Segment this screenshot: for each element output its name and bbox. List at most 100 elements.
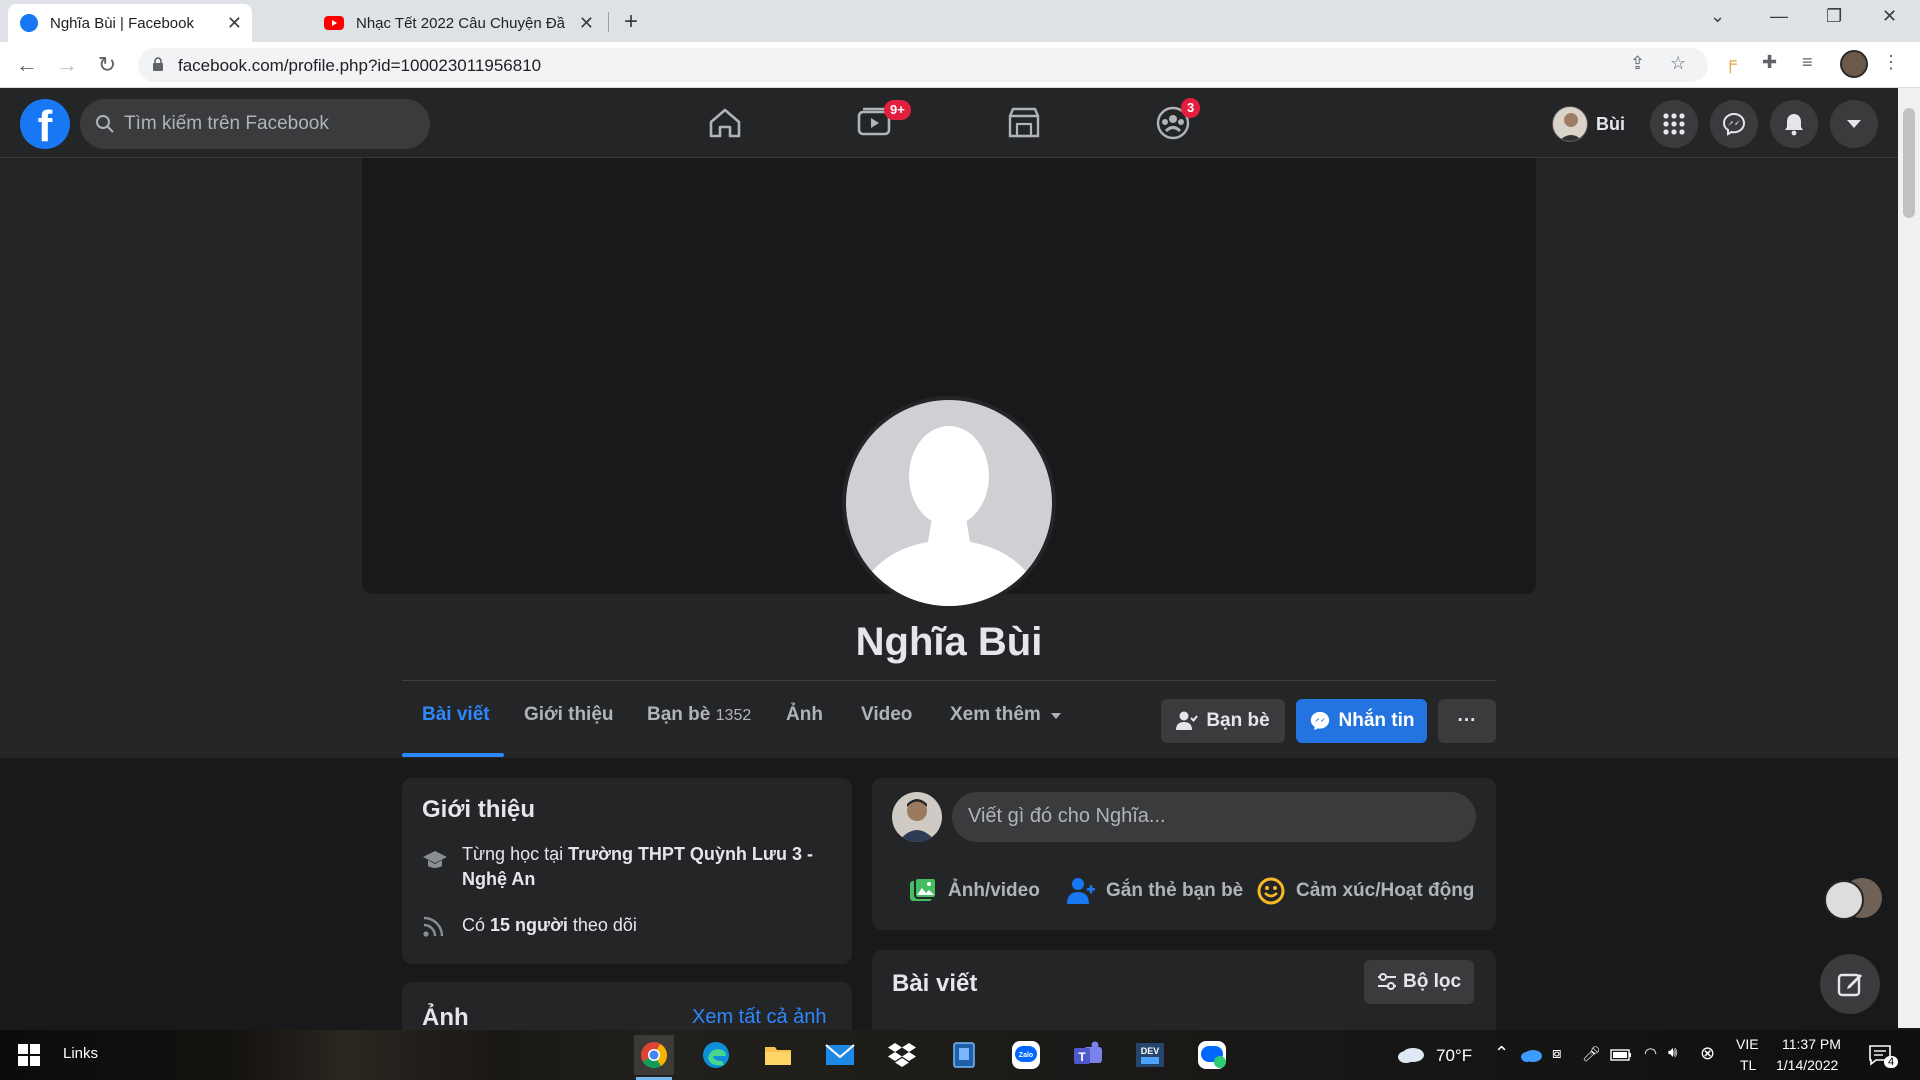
tab-posts[interactable]: Bài viết: [422, 704, 490, 726]
close-icon[interactable]: ✕: [579, 13, 594, 34]
notifications-button[interactable]: [1770, 100, 1818, 148]
back-button[interactable]: ←: [12, 50, 42, 80]
avatar[interactable]: [892, 792, 942, 842]
links-toolbar[interactable]: Links: [63, 1045, 98, 1062]
header-profile-link[interactable]: Bùi: [1552, 104, 1625, 144]
input-method-indicator[interactable]: TL: [1740, 1057, 1756, 1073]
composer-input[interactable]: Viết gì đó cho Nghĩa...: [952, 792, 1476, 842]
default-avatar-icon: [862, 426, 1036, 606]
wifi-icon[interactable]: ◠: [1644, 1044, 1657, 1062]
tab-photos[interactable]: Ảnh: [786, 704, 823, 726]
zalo-pc-taskbar-icon[interactable]: [1192, 1035, 1232, 1075]
tab-more-label: Xem thêm: [950, 704, 1041, 725]
account-button[interactable]: [1830, 100, 1878, 148]
new-tab-button[interactable]: +: [624, 8, 638, 36]
tab-search-icon[interactable]: ⌄: [1710, 6, 1725, 27]
divider: [402, 680, 1496, 681]
tab-title: Nhạc Tết 2022 Câu Chuyện Đầu Năm: [356, 14, 566, 32]
onedrive-icon[interactable]: [1520, 1048, 1542, 1062]
page-scrollbar[interactable]: [1898, 88, 1920, 1028]
tag-friends-action[interactable]: Gắn thẻ bạn bè: [1066, 876, 1243, 906]
bell-icon: [1785, 114, 1803, 136]
home-icon[interactable]: [702, 100, 748, 146]
bookmark-star-icon[interactable]: ☆: [1670, 53, 1686, 74]
watch-badge: 9+: [884, 100, 911, 120]
friend-check-icon: [1176, 711, 1199, 730]
forward-button[interactable]: →: [52, 50, 82, 80]
notification-count-badge: 4: [1884, 1056, 1899, 1068]
filter-button[interactable]: Bộ lọc: [1364, 960, 1474, 1004]
close-icon[interactable]: ✕: [227, 13, 242, 34]
mute-circle-icon[interactable]: ⊗: [1700, 1043, 1715, 1064]
tag-friends-label: Gắn thẻ bạn bè: [1106, 880, 1244, 901]
app-taskbar-icon[interactable]: [944, 1035, 984, 1075]
more-options-button[interactable]: ···: [1438, 699, 1496, 743]
intro-title: Giới thiệu: [422, 796, 536, 823]
mail-taskbar-icon[interactable]: [820, 1035, 860, 1075]
followers-prefix: Có: [462, 915, 491, 935]
teams-taskbar-icon[interactable]: T: [1068, 1035, 1108, 1075]
battery-icon[interactable]: [1610, 1049, 1632, 1061]
weather-temp[interactable]: 70°F: [1436, 1046, 1472, 1066]
address-bar[interactable]: facebook.com/profile.php?id=100023011956…: [138, 48, 1708, 82]
see-all-photos-link[interactable]: Xem tất cả ảnh: [692, 1006, 827, 1029]
extension-icon[interactable]: ╒: [1724, 52, 1737, 73]
volume-icon[interactable]: 🔊︎: [1668, 1044, 1677, 1061]
tab-more[interactable]: Xem thêm: [950, 704, 1062, 726]
weather-cloud-icon[interactable]: [1396, 1044, 1426, 1064]
microphone-icon[interactable]: 🎤︎: [1582, 1045, 1601, 1063]
media-queue-icon[interactable]: ≡: [1802, 52, 1813, 73]
profile-name: Nghĩa Bùi: [855, 620, 1043, 664]
intro-followers: Có 15 người theo dõi: [462, 913, 637, 938]
file-explorer-taskbar-icon[interactable]: [758, 1035, 798, 1075]
devc-taskbar-icon[interactable]: DEV: [1130, 1035, 1170, 1075]
clock-date[interactable]: 1/14/2022: [1776, 1057, 1838, 1073]
zalo-taskbar-icon[interactable]: Zalo: [1006, 1035, 1046, 1075]
facebook-logo-icon[interactable]: f: [20, 99, 70, 151]
tab-videos[interactable]: Video: [861, 704, 912, 726]
marketplace-icon[interactable]: [1001, 100, 1047, 146]
messenger-button[interactable]: [1710, 100, 1758, 148]
tray-app-icon[interactable]: ⧇: [1552, 1045, 1562, 1062]
tab-separator: [608, 12, 609, 32]
tab-about[interactable]: Giới thiệu: [524, 704, 614, 726]
menu-button[interactable]: [1650, 100, 1698, 148]
search-input[interactable]: [124, 112, 414, 136]
reload-button[interactable]: ↻: [92, 50, 122, 80]
share-icon[interactable]: ⇪: [1630, 53, 1645, 74]
tab-facebook[interactable]: Nghĩa Bùi | Facebook ✕: [8, 4, 252, 42]
screen: { "browser": { "tabs": [ {"title": "Nghĩ…: [0, 0, 1920, 1080]
extensions-puzzle-icon[interactable]: ✚: [1762, 52, 1777, 73]
chat-head-avatar[interactable]: [1824, 880, 1864, 920]
clock-time[interactable]: 11:37 PM: [1782, 1036, 1841, 1052]
dropbox-taskbar-icon[interactable]: [882, 1035, 922, 1075]
chrome-taskbar-icon[interactable]: [634, 1035, 674, 1080]
minimize-button[interactable]: —: [1770, 6, 1788, 27]
search-box[interactable]: [80, 99, 430, 149]
education-prefix: Từng học tại: [462, 844, 569, 864]
restore-button[interactable]: ❐: [1826, 6, 1842, 27]
tag-friends-icon: [1067, 878, 1095, 904]
new-message-button[interactable]: [1820, 954, 1880, 1014]
scrollbar-thumb[interactable]: [1903, 108, 1915, 218]
language-indicator[interactable]: VIE: [1736, 1036, 1759, 1052]
url-text: facebook.com/profile.php?id=100023011956…: [178, 56, 542, 75]
browser-profile-avatar[interactable]: [1840, 50, 1868, 78]
caret-down-icon: [1051, 713, 1062, 719]
close-window-button[interactable]: ✕: [1882, 6, 1897, 27]
edge-taskbar-icon[interactable]: [696, 1035, 736, 1075]
photo-video-action[interactable]: Ảnh/video: [908, 876, 1040, 906]
profile-picture[interactable]: [842, 396, 1056, 610]
browser-toolbar: ← → ↻ facebook.com/profile.php?id=100023…: [0, 42, 1920, 88]
photos-title: Ảnh: [422, 1004, 469, 1031]
tab-friends[interactable]: Bạn bè 1352: [647, 704, 751, 726]
message-button[interactable]: Nhắn tin: [1296, 699, 1427, 743]
menu-kebab-icon[interactable]: ⋮: [1882, 52, 1900, 73]
windows-start-icon[interactable]: [18, 1044, 40, 1066]
chevron-up-icon[interactable]: ⌃: [1494, 1043, 1509, 1064]
active-tab-indicator: [402, 753, 504, 757]
feeling-activity-action[interactable]: Cảm xúc/Hoạt động: [1256, 876, 1474, 906]
tab-youtube[interactable]: Nhạc Tết 2022 Câu Chuyện Đầu Năm ✕: [312, 4, 604, 42]
friends-button[interactable]: Bạn bè: [1161, 699, 1285, 743]
facebook-icon: [20, 14, 38, 32]
